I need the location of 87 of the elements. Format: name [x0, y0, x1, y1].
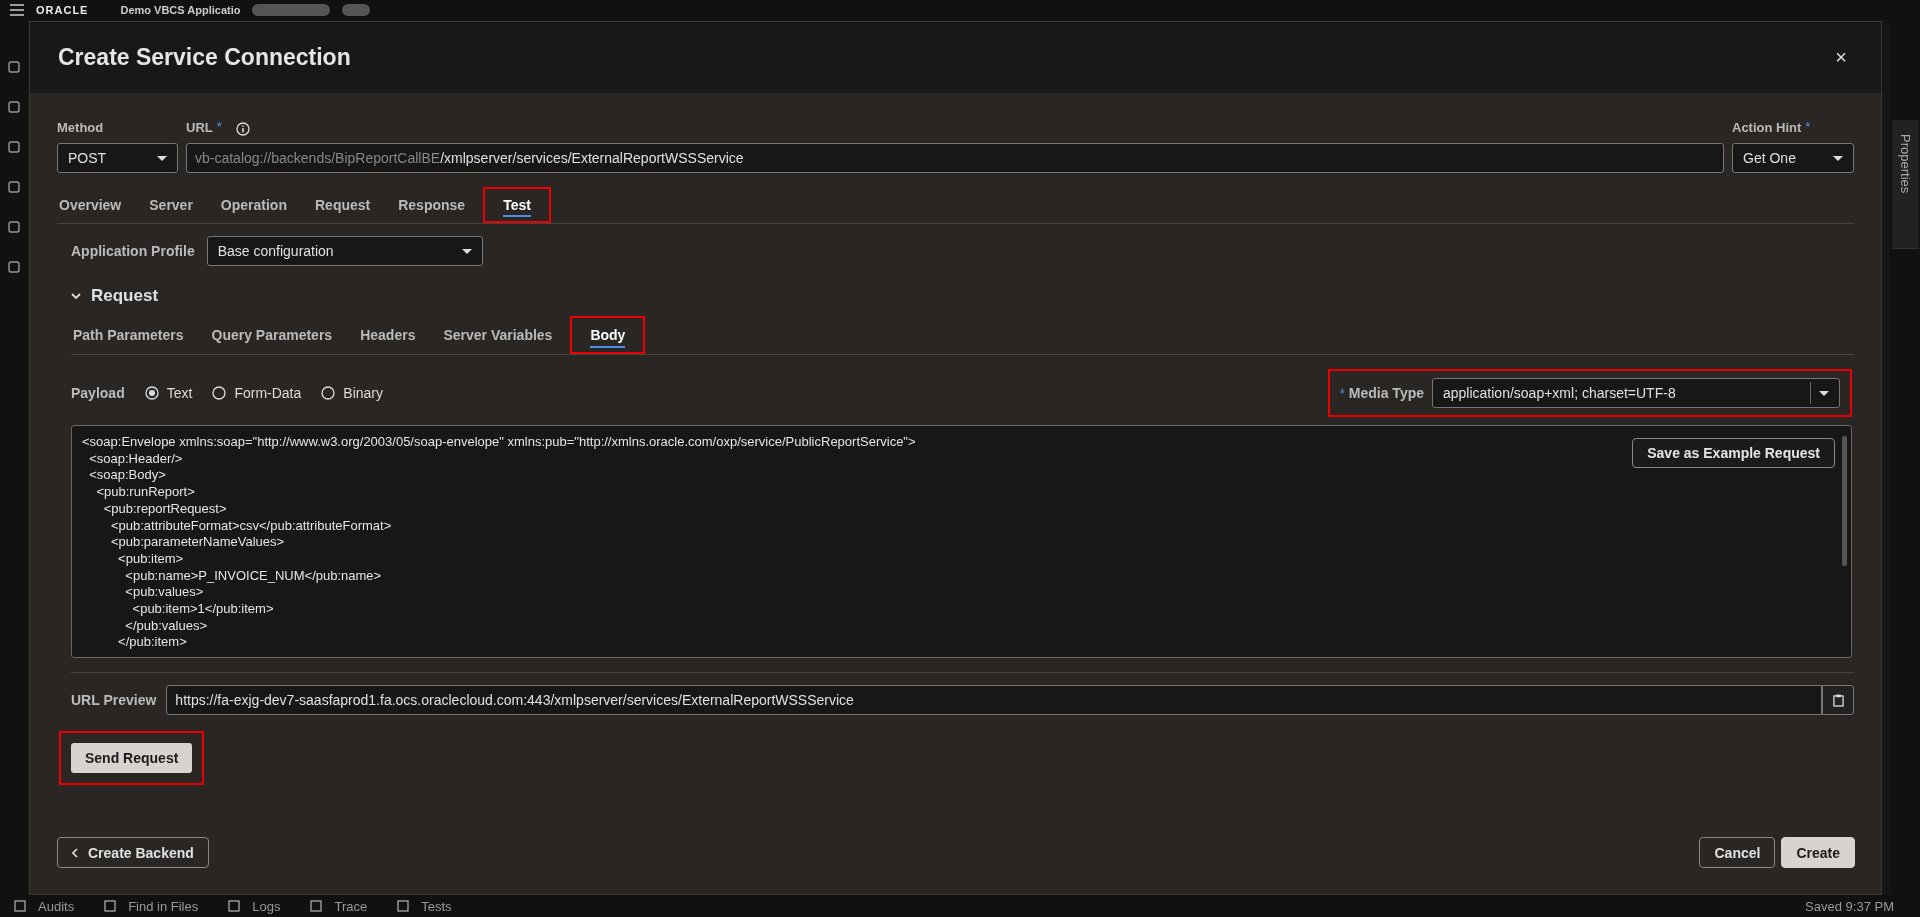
app-title: Demo VBCS Applicatio: [120, 4, 241, 16]
action-hint-select[interactable]: Get One: [1732, 143, 1854, 173]
field-label: Action Hint: [1732, 119, 1802, 137]
tab[interactable]: Request: [301, 187, 385, 223]
panel-icon: [310, 900, 323, 912]
tab[interactable]: Body: [570, 316, 646, 354]
required-mark: *: [216, 119, 222, 134]
code-line: <pub:parameterNameValues>: [109, 534, 285, 551]
radio-label: Binary: [343, 385, 383, 401]
sidebar-icon[interactable]: [7, 220, 21, 234]
bottom-tab[interactable]: Tests: [421, 898, 452, 914]
caret-icon: [1833, 155, 1843, 161]
code-line: <soap:Envelope xmlns:soap="http://www.w3.org/2003/05/soap-envelope" xmlns:pub="http://xmlns.oracle.com/oxp/service/PublicReportService">: [82, 434, 916, 451]
code-line: </pub:item>: [117, 634, 187, 652]
tab[interactable]: Operation: [206, 187, 301, 223]
chevron-left-icon: [72, 847, 78, 858]
code-editor[interactable]: [71, 425, 1852, 658]
bottom-tab[interactable]: Find in Files: [128, 898, 199, 914]
url-field[interactable]: vb-catalog://backends/BipReportCallBE/xmlpserver/services/ExternalReportWSSService: [186, 143, 1724, 173]
radio-button[interactable]: [144, 386, 159, 400]
tab[interactable]: Response: [384, 187, 480, 223]
field-label: URL: [186, 119, 213, 137]
copy-button[interactable]: [1822, 685, 1854, 715]
code-line: <pub:reportRequest>: [102, 500, 227, 518]
menu-icon[interactable]: [10, 4, 24, 16]
bottom-tab[interactable]: Audits: [38, 898, 75, 914]
panel-icon: [104, 900, 117, 912]
caret-icon: [157, 155, 167, 161]
sidebar-icon[interactable]: [7, 140, 21, 154]
sidebar-icon[interactable]: [7, 100, 21, 114]
tab[interactable]: Server: [135, 187, 207, 223]
dialog-title: Create Service Connection: [58, 44, 351, 71]
code-line: <pub:item>: [117, 550, 184, 568]
code-line: <soap:Body>: [88, 467, 166, 485]
sidebar-icon[interactable]: [7, 180, 21, 194]
bottom-tab[interactable]: Logs: [252, 898, 281, 914]
code-line: </pub:values>: [124, 617, 208, 635]
radio-label: Form-Data: [234, 385, 302, 401]
radio-button[interactable]: [212, 386, 227, 400]
code-line: <pub:runReport>: [95, 484, 195, 501]
field-label: Method: [57, 119, 105, 137]
caret-icon: [461, 248, 472, 254]
properties-tab[interactable]: Properties: [1891, 120, 1919, 249]
sidebar-icon[interactable]: [7, 60, 21, 74]
code-line: <pub:name>P_INVOICE_NUM</pub:name>: [124, 567, 382, 585]
code-line: <pub:item>1</pub:item>: [131, 601, 274, 618]
panel-icon: [228, 900, 241, 912]
bottom-tab[interactable]: Trace: [334, 898, 368, 914]
tab[interactable]: Query Parameters: [197, 316, 347, 354]
profile-select[interactable]: Base configuration: [206, 236, 483, 266]
logo: ORACLE: [36, 4, 89, 16]
tab[interactable]: Overview: [57, 187, 136, 223]
code-line: <pub:values>: [124, 584, 204, 602]
save-status: Saved 9:37 PM: [1805, 898, 1894, 914]
required-mark: *: [1805, 119, 1811, 134]
tab[interactable]: Path Parameters: [71, 316, 198, 354]
create-button[interactable]: Create: [1781, 837, 1855, 868]
scrollbar[interactable]: [1842, 436, 1847, 566]
save-example-button[interactable]: Save as Example Request: [1632, 438, 1835, 468]
radio-label: Text: [166, 385, 193, 401]
sidebar-icon[interactable]: [7, 260, 21, 274]
chevron-icon[interactable]: [71, 291, 81, 301]
field-label: URL Preview: [71, 692, 157, 708]
field-label: Payload: [71, 385, 125, 401]
field-label: Media Type: [1348, 385, 1424, 401]
code-line: <soap:Header/>: [88, 450, 183, 468]
tab[interactable]: Test: [483, 187, 551, 223]
section-title: Request: [91, 286, 159, 306]
method-select[interactable]: POST: [57, 143, 178, 173]
code-line: <pub:attributeFormat>csv</pub:attributeFormat>: [109, 517, 392, 535]
close-button[interactable]: ×: [1829, 44, 1853, 71]
required-mark: *: [1339, 385, 1345, 401]
media-type-select[interactable]: application/soap+xml; charset=UTF-8: [1432, 378, 1840, 408]
url-preview-field: https://fa-exjg-dev7-saasfaprod1.fa.ocs.oraclecloud.com:443/xmlpserver/services/ExternalReportWSSService: [166, 685, 1822, 715]
tab[interactable]: Server Variables: [429, 316, 567, 354]
version-pill: [342, 4, 371, 16]
panel-icon: [397, 900, 410, 912]
caret-icon: [1819, 390, 1829, 396]
create-backend-button[interactable]: Create Backend: [57, 837, 209, 868]
send-request-button[interactable]: Send Request: [71, 743, 193, 773]
field-label: Application Profile: [71, 243, 195, 259]
tab[interactable]: Headers: [346, 316, 430, 354]
radio-button[interactable]: [321, 386, 336, 400]
cancel-button[interactable]: Cancel: [1699, 837, 1776, 868]
info-icon[interactable]: [235, 122, 250, 136]
clipboard-icon: [1832, 693, 1844, 707]
panel-icon: [14, 900, 26, 912]
